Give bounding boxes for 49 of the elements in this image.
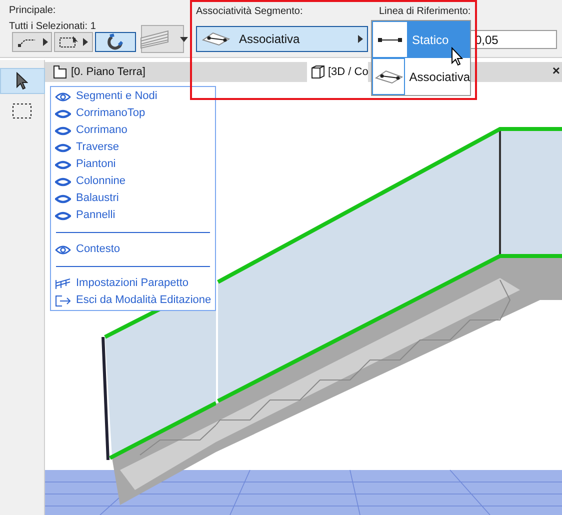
eye-icon [55, 126, 71, 136]
eye-icon [55, 210, 71, 220]
menu-item[interactable]: Impostazioni Parapetto [55, 275, 211, 292]
exit-icon [55, 294, 71, 306]
railing-icon [55, 278, 71, 290]
selection-count: Tutti i Selezionati: 1 [9, 20, 96, 34]
section-label: Linea di Riferimento: [379, 5, 471, 19]
popup-option[interactable]: Associativa [372, 58, 470, 95]
triangle-icon [83, 38, 88, 46]
floor-plan-icon [53, 65, 67, 79]
section-label: Associatività Segmento: [196, 5, 303, 19]
menu-item[interactable]: Colonnine [55, 173, 211, 190]
associativity-dropdown[interactable]: Associativa [196, 26, 368, 52]
triangle-icon [358, 35, 363, 43]
marquee-icon [12, 103, 32, 119]
magnet-icon [106, 33, 124, 51]
triangle-icon [42, 38, 48, 46]
pointer-icon [451, 47, 465, 67]
close-button[interactable]: × [552, 64, 560, 78]
popup-option[interactable]: Statico [372, 21, 470, 58]
magnet-tool-button[interactable] [95, 32, 136, 52]
arrow-tool-button[interactable] [0, 68, 44, 94]
eye-icon [55, 160, 71, 170]
menu-item[interactable]: Corrimano [55, 122, 211, 139]
view-tab[interactable]: [3D / Co [307, 62, 368, 82]
menu-item[interactable]: CorrimanoTop [55, 105, 211, 122]
railing-icon [138, 28, 172, 50]
section-label: Principale: [9, 4, 56, 18]
menu-item[interactable]: Pannelli [55, 207, 211, 224]
plane-icon [201, 31, 231, 47]
eye-icon [55, 176, 71, 186]
eye-icon [55, 108, 71, 118]
marquee-icon [59, 36, 79, 48]
eye-icon [55, 142, 71, 152]
eye-icon [55, 244, 71, 254]
eye-icon [55, 92, 71, 102]
menu-item[interactable]: Balaustri [55, 190, 211, 207]
segment-tool-button[interactable] [12, 32, 52, 52]
menu-item[interactable]: Segmenti e Nodi [55, 88, 211, 105]
eye-icon [55, 194, 71, 204]
marquee-tool-button[interactable] [54, 32, 93, 52]
menu-item[interactable]: Contesto [55, 241, 211, 258]
menu-item[interactable]: Piantoni [55, 156, 211, 173]
caret-icon [180, 36, 188, 42]
menu-item[interactable]: Esci da Modalità Editazione [55, 292, 211, 309]
view-tab[interactable]: [0. Piano Terra] [49, 62, 150, 82]
menu-item[interactable]: Traverse [55, 139, 211, 156]
pointer-icon [16, 72, 28, 90]
cube-icon [311, 65, 325, 79]
